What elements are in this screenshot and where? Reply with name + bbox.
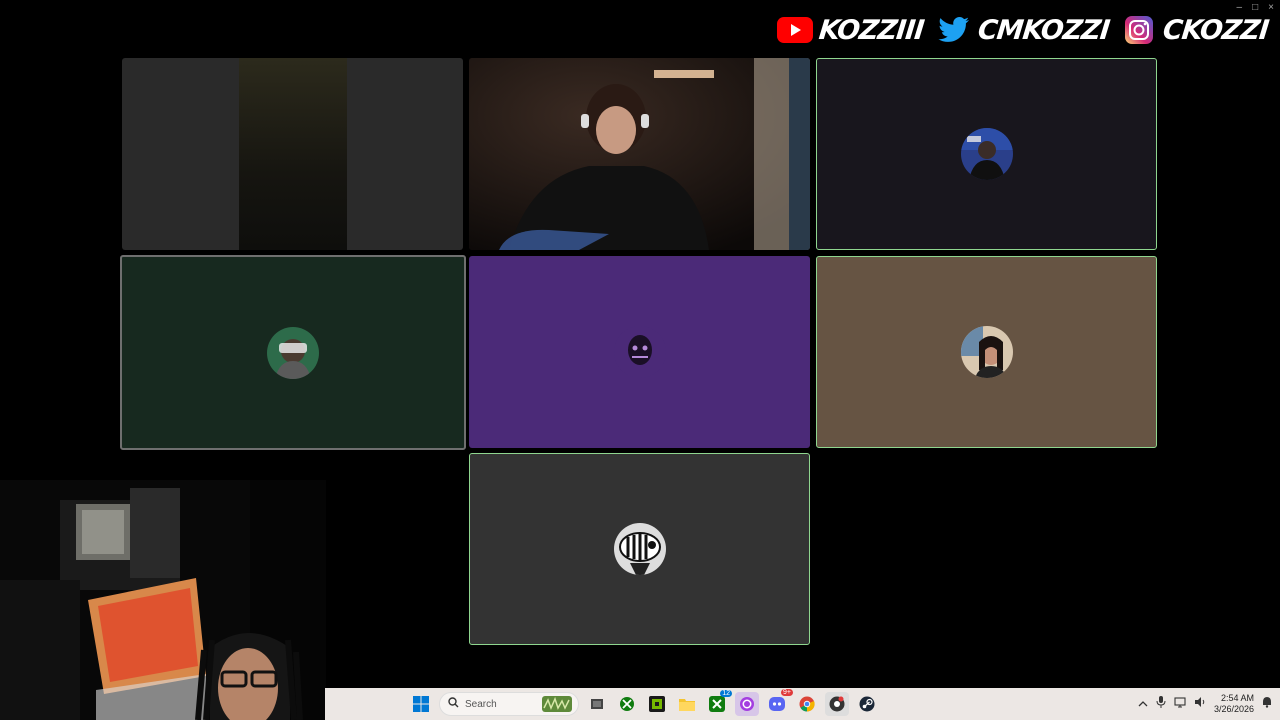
notification-badge: 9+ bbox=[781, 689, 793, 696]
nvidia-icon[interactable] bbox=[645, 692, 669, 716]
participant-tile-4[interactable] bbox=[120, 255, 466, 450]
instagram-handle: CKOZZI bbox=[1161, 14, 1270, 46]
chevron-up-icon[interactable] bbox=[1138, 695, 1148, 713]
participant-tile-7[interactable] bbox=[469, 453, 810, 645]
maximize-button[interactable]: □ bbox=[1252, 2, 1258, 13]
twitter-handle: CMKOZZI bbox=[976, 14, 1111, 46]
participant-avatar bbox=[613, 523, 666, 575]
instagram-icon bbox=[1121, 15, 1157, 45]
clock-date: 3/26/2026 bbox=[1213, 704, 1254, 714]
steam-icon[interactable] bbox=[855, 692, 879, 716]
network-icon[interactable] bbox=[1174, 695, 1186, 713]
participant-video-feed bbox=[469, 58, 810, 250]
xbox-icon[interactable] bbox=[615, 692, 639, 716]
notification-badge: 12 bbox=[720, 690, 732, 697]
chrome-icon[interactable] bbox=[795, 692, 819, 716]
participant-tile-5[interactable] bbox=[469, 256, 810, 448]
stream-stage: – □ × KOZZIII CMKOZZI CKOZZI Search 12 9… bbox=[0, 0, 1280, 720]
twitter-icon bbox=[936, 15, 972, 45]
participant-tile-3[interactable] bbox=[816, 58, 1157, 250]
microphone-icon[interactable] bbox=[1156, 695, 1166, 713]
participant-avatar bbox=[613, 326, 666, 378]
minimize-button[interactable]: – bbox=[1237, 2, 1243, 13]
taskbar-search-input[interactable]: Search bbox=[439, 692, 579, 716]
youtube-handle: KOZZIII bbox=[817, 14, 926, 46]
taskbar-clock[interactable]: 2:54 AM 3/26/2026 bbox=[1214, 693, 1254, 715]
participant-tile-video-2[interactable] bbox=[469, 58, 810, 250]
notification-bell-icon[interactable] bbox=[1262, 695, 1272, 713]
xbox-app-icon[interactable]: 12 bbox=[705, 690, 732, 716]
discord-icon[interactable]: 9+ bbox=[765, 689, 793, 716]
obs-icon[interactable] bbox=[735, 692, 759, 716]
participant-avatar bbox=[960, 128, 1013, 180]
windows-taskbar: Search 12 9+ 2:54 AM 3/26/2026 bbox=[325, 688, 1280, 720]
window-controls: – □ × bbox=[1237, 2, 1274, 13]
social-overlay: KOZZIII CMKOZZI CKOZZI bbox=[777, 10, 1274, 50]
search-placeholder: Search bbox=[465, 698, 497, 710]
participant-tile-6[interactable] bbox=[816, 256, 1157, 448]
search-icon bbox=[448, 695, 459, 713]
file-explorer-icon[interactable] bbox=[675, 692, 699, 716]
system-tray: 2:54 AM 3/26/2026 bbox=[1138, 688, 1272, 720]
streamer-webcam bbox=[0, 480, 326, 720]
participant-tile-video-1[interactable] bbox=[122, 58, 463, 250]
chrome-dev-icon[interactable] bbox=[825, 692, 849, 716]
participant-avatar bbox=[267, 326, 319, 379]
taskbar-apps: Search 12 9+ bbox=[409, 688, 879, 720]
participant-video-feed bbox=[239, 58, 347, 250]
task-view-icon[interactable] bbox=[585, 692, 609, 716]
participant-avatar bbox=[960, 326, 1013, 378]
search-highlight-icon bbox=[542, 696, 572, 717]
volume-icon[interactable] bbox=[1194, 695, 1206, 713]
webcam-feed bbox=[0, 480, 326, 720]
youtube-icon bbox=[777, 15, 814, 45]
close-button[interactable]: × bbox=[1268, 2, 1274, 13]
clock-time: 2:54 AM bbox=[1220, 693, 1254, 703]
windows-start-icon[interactable] bbox=[409, 692, 433, 716]
